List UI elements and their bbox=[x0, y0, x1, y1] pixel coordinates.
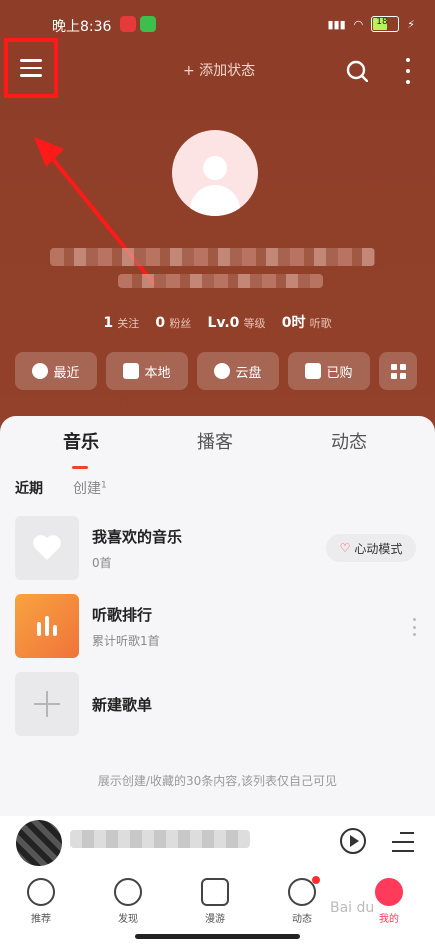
watermark: Bai du bbox=[330, 900, 375, 916]
app-notification-icon bbox=[140, 16, 156, 32]
annotation-arrow bbox=[34, 137, 157, 287]
recent-button[interactable]: 最近 bbox=[15, 352, 97, 390]
compass-icon bbox=[114, 878, 142, 906]
grid-icon bbox=[390, 363, 406, 379]
charging-icon: ⚡ bbox=[407, 17, 415, 31]
local-button[interactable]: 本地 bbox=[106, 352, 188, 390]
battery-icon: 18 bbox=[371, 16, 400, 32]
recommend-icon bbox=[27, 878, 55, 906]
tab-feed[interactable]: 动态 bbox=[272, 876, 332, 925]
tab-discover[interactable]: 发现 bbox=[98, 878, 158, 925]
username-redacted bbox=[50, 248, 375, 266]
playlist-count: 0首 bbox=[92, 556, 112, 570]
download-icon bbox=[123, 363, 140, 379]
profile-header: 晚上8:36 ▮▮▮ ◠ 18 ⚡ + 添加状态 1 关注 0 粉丝 Lv.0 … bbox=[0, 0, 435, 440]
user-icon bbox=[375, 878, 403, 906]
signal-icon: ▮▮▮ bbox=[327, 17, 346, 31]
quick-actions: 最近 本地 云盘 已购 bbox=[15, 352, 417, 390]
liked-cover bbox=[15, 516, 79, 580]
tab-moments[interactable]: 动态 bbox=[331, 428, 367, 454]
status-time: 晚上8:36 bbox=[52, 19, 112, 35]
library-tabs: 音乐 播客 动态 bbox=[0, 428, 435, 469]
heartbeat-icon: ♡ bbox=[339, 541, 351, 555]
radio-icon bbox=[201, 878, 229, 906]
cloud-button[interactable]: 云盘 bbox=[197, 352, 279, 390]
heart-icon bbox=[33, 535, 61, 560]
new-playlist-cover bbox=[15, 672, 79, 736]
home-indicator[interactable] bbox=[135, 934, 300, 939]
tab-music[interactable]: 音乐 bbox=[63, 428, 99, 454]
profile-stats: 1 关注 0 粉丝 Lv.0 等级 0时 听歌 bbox=[103, 315, 332, 331]
status-bar: 晚上8:36 ▮▮▮ ◠ 18 ⚡ bbox=[0, 12, 435, 40]
playlist-queue-icon[interactable] bbox=[392, 832, 414, 852]
add-status-button[interactable]: + 添加状态 bbox=[183, 60, 255, 80]
more-options-icon[interactable] bbox=[402, 58, 414, 84]
menu-button[interactable] bbox=[4, 38, 58, 98]
list-item[interactable]: 听歌排行 累计听歌1首 bbox=[15, 594, 420, 660]
subtab-recent[interactable]: 近期 bbox=[15, 478, 43, 498]
more-options-icon[interactable] bbox=[413, 618, 416, 636]
playlist-title: 新建歌单 bbox=[92, 696, 153, 714]
wifi-icon: ◠ bbox=[353, 17, 364, 31]
netease-notification-icon bbox=[120, 16, 136, 32]
clock-icon bbox=[32, 363, 49, 379]
heartbeat-mode-button[interactable]: ♡ 心动模式 bbox=[326, 534, 416, 562]
tab-podcast[interactable]: 播客 bbox=[197, 428, 233, 454]
chat-icon bbox=[288, 876, 320, 906]
avatar[interactable] bbox=[172, 130, 258, 216]
hamburger-icon bbox=[20, 59, 42, 62]
active-tab-indicator bbox=[72, 466, 88, 469]
tab-roam[interactable]: 漫游 bbox=[185, 878, 245, 925]
tab-recommend[interactable]: 推荐 bbox=[11, 878, 71, 925]
cloud-icon bbox=[214, 363, 231, 379]
song-title-redacted bbox=[70, 830, 250, 848]
play-button[interactable] bbox=[340, 828, 366, 854]
subtab-created[interactable]: 创建1 bbox=[73, 478, 107, 498]
bar-chart-icon bbox=[37, 616, 57, 636]
ranking-cover bbox=[15, 594, 79, 658]
notification-dot bbox=[312, 876, 320, 884]
list-item[interactable]: 新建歌单 bbox=[15, 672, 420, 738]
list-footnote: 展示创建/收藏的30条内容,该列表仅自己可见 bbox=[97, 774, 338, 788]
list-item[interactable]: 我喜欢的音乐 0首 ♡ 心动模式 bbox=[15, 516, 420, 582]
search-icon[interactable] bbox=[346, 60, 368, 82]
playlist-count: 累计听歌1首 bbox=[92, 634, 160, 648]
bag-icon bbox=[305, 363, 322, 379]
plus-icon bbox=[34, 691, 60, 717]
now-playing-cover bbox=[16, 820, 62, 866]
mini-player[interactable] bbox=[0, 816, 435, 870]
more-grid-button[interactable] bbox=[379, 352, 417, 390]
purchased-button[interactable]: 已购 bbox=[288, 352, 370, 390]
playlist-title: 我喜欢的音乐 bbox=[92, 528, 183, 546]
signature-redacted bbox=[118, 274, 323, 288]
playlist-title: 听歌排行 bbox=[92, 606, 153, 624]
library-panel: 音乐 播客 动态 近期 创建1 我喜欢的音乐 0首 ♡ 心动模式 听歌排行 累计听… bbox=[0, 416, 435, 816]
